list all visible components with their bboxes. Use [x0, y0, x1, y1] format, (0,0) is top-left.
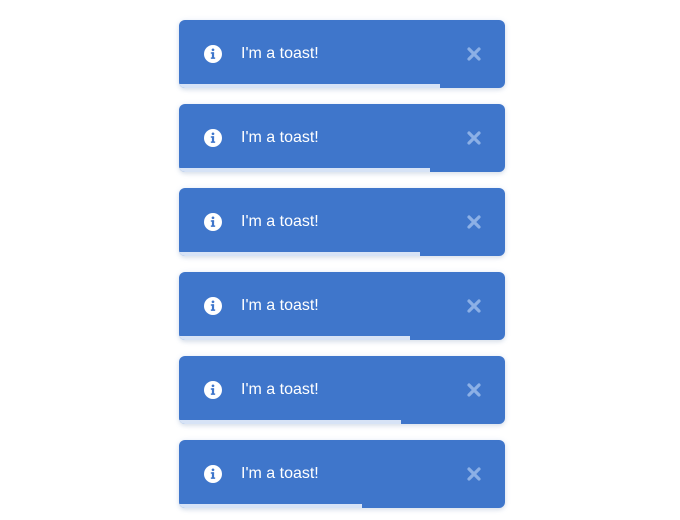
info-circle-icon	[203, 380, 223, 400]
close-icon[interactable]	[464, 128, 484, 148]
close-icon[interactable]	[464, 296, 484, 316]
info-circle-icon	[203, 128, 223, 148]
info-circle-icon	[203, 296, 223, 316]
toast-progress-track	[179, 504, 505, 508]
toast[interactable]: I'm a toast!	[179, 272, 505, 340]
info-circle-icon	[203, 464, 223, 484]
toast[interactable]: I'm a toast!	[179, 356, 505, 424]
toast[interactable]: I'm a toast!	[179, 20, 505, 88]
close-icon[interactable]	[464, 464, 484, 484]
toast-progress-bar	[179, 504, 362, 508]
toast[interactable]: I'm a toast!	[179, 440, 505, 508]
close-icon[interactable]	[464, 212, 484, 232]
close-icon[interactable]	[464, 380, 484, 400]
toast-message: I'm a toast!	[241, 213, 319, 230]
toast-progress-bar	[179, 84, 440, 88]
close-icon[interactable]	[464, 44, 484, 64]
toast-progress-track	[179, 252, 505, 256]
toast-stack: I'm a toast! I'm a toast! I'm a toast! I…	[179, 20, 505, 508]
toast-progress-bar	[179, 420, 401, 424]
toast-message: I'm a toast!	[241, 297, 319, 314]
toast-progress-track	[179, 420, 505, 424]
toast-progress-track	[179, 168, 505, 172]
toast[interactable]: I'm a toast!	[179, 104, 505, 172]
toast-message: I'm a toast!	[241, 129, 319, 146]
toast-progress-track	[179, 84, 505, 88]
info-circle-icon	[203, 212, 223, 232]
toast[interactable]: I'm a toast!	[179, 188, 505, 256]
toast-progress-bar	[179, 252, 421, 256]
toast-progress-bar	[179, 168, 431, 172]
toast-message: I'm a toast!	[241, 381, 319, 398]
toast-message: I'm a toast!	[241, 45, 319, 62]
toast-message: I'm a toast!	[241, 465, 319, 482]
info-circle-icon	[203, 44, 223, 64]
toast-progress-bar	[179, 336, 411, 340]
toast-progress-track	[179, 336, 505, 340]
